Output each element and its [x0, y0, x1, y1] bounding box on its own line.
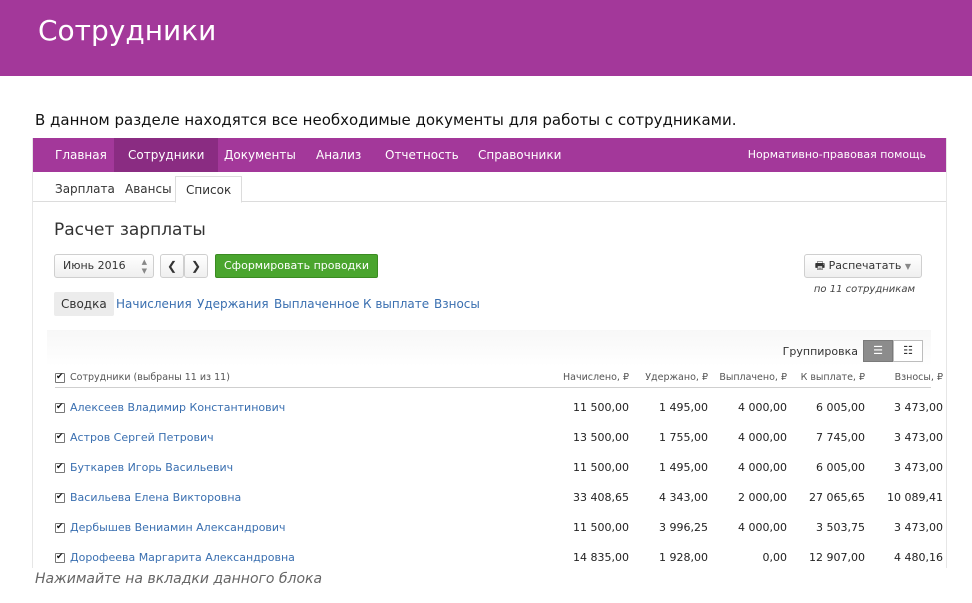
tab-deductions[interactable]: Удержания [190, 292, 276, 316]
prev-period-button[interactable]: ❮ [160, 254, 184, 278]
employee-name-link[interactable]: Дербышев Вениамин Александрович [70, 521, 286, 534]
table-row: Васильева Елена Викторовна 33 408,65 4 3… [55, 483, 943, 513]
banner-title: Сотрудники [38, 14, 217, 47]
column-header-to-pay[interactable]: К выплате, ₽ [777, 372, 865, 383]
cell-accrued: 13 500,00 [573, 431, 629, 444]
employee-name-link[interactable]: Астров Сергей Петрович [70, 431, 214, 444]
subtab-salary[interactable]: Зарплата [45, 176, 125, 202]
cell-to-pay: 3 503,75 [816, 521, 865, 534]
print-button[interactable]: 🖶 Распечатать ▼ [803, 254, 922, 278]
cell-contributions: 3 473,00 [894, 521, 943, 534]
page-title: Расчет зарплаты [54, 220, 206, 240]
table-row: Буткарев Игорь Васильевич 11 500,00 1 49… [55, 453, 943, 483]
table-row: Астров Сергей Петрович 13 500,00 1 755,0… [55, 423, 943, 453]
column-header-employees[interactable]: Сотрудники (выбраны 11 из 11) [70, 372, 230, 383]
column-header-contributions[interactable]: Взносы, ₽ [855, 372, 943, 383]
cell-contributions: 4 480,16 [894, 551, 943, 564]
table-header: Сотрудники (выбраны 11 из 11) Начислено,… [55, 368, 943, 388]
cell-withheld: 3 996,25 [659, 521, 708, 534]
cell-paid: 4 000,00 [738, 521, 787, 534]
cell-paid: 4 000,00 [738, 401, 787, 414]
generate-entries-button[interactable]: Сформировать проводки [215, 254, 379, 278]
cell-contributions: 3 473,00 [894, 401, 943, 414]
cell-accrued: 33 408,65 [573, 491, 629, 504]
intro-text: В данном разделе находятся все необходим… [35, 111, 737, 129]
table-row: Алексеев Владимир Константинович 11 500,… [55, 393, 943, 423]
nav-item-home[interactable]: Главная [41, 138, 121, 172]
column-header-paid[interactable]: Выплачено, ₽ [699, 372, 787, 383]
cell-contributions: 3 473,00 [894, 461, 943, 474]
cell-withheld: 1 495,00 [659, 401, 708, 414]
tab-to-pay[interactable]: К выплате [356, 292, 436, 316]
app-window: Главная Сотрудники Документы Анализ Отче… [32, 138, 947, 568]
row-checkbox[interactable] [55, 431, 65, 443]
next-period-button[interactable]: ❯ [184, 254, 208, 278]
employee-name-link[interactable]: Васильева Елена Викторовна [70, 491, 241, 504]
cell-contributions: 10 089,41 [887, 491, 943, 504]
cell-to-pay: 6 005,00 [816, 401, 865, 414]
tab-paid[interactable]: Выплаченное [267, 292, 366, 316]
column-header-withheld[interactable]: Удержано, ₽ [620, 372, 708, 383]
period-value: Июнь 2016 [63, 259, 126, 272]
cell-accrued: 11 500,00 [573, 461, 629, 474]
group-tree-button[interactable]: ☷ [893, 340, 923, 362]
cell-withheld: 1 928,00 [659, 551, 708, 564]
subtab-advances[interactable]: Авансы [115, 176, 182, 202]
table-row: Дорофеева Маргарита Александровна 14 835… [55, 543, 943, 568]
nav-item-reports[interactable]: Отчетность [371, 138, 473, 172]
page-banner: Сотрудники [0, 0, 972, 76]
cell-withheld: 1 495,00 [659, 461, 708, 474]
cell-contributions: 3 473,00 [894, 431, 943, 444]
cell-paid: 4 000,00 [738, 461, 787, 474]
table-row: Дербышев Вениамин Александрович 11 500,0… [55, 513, 943, 543]
cell-to-pay: 12 907,00 [809, 551, 865, 564]
cell-accrued: 11 500,00 [573, 401, 629, 414]
print-note: по 11 сотрудникам [813, 284, 915, 295]
cell-to-pay: 27 065,65 [809, 491, 865, 504]
select-all-checkbox[interactable] [55, 371, 65, 383]
cell-paid: 0,00 [762, 551, 788, 564]
cell-accrued: 11 500,00 [573, 521, 629, 534]
grouping-label: Группировка [782, 345, 858, 358]
column-header-accrued[interactable]: Начислено, ₽ [541, 372, 629, 383]
hint-caption: Нажимайте на вкладки данного блока [35, 571, 323, 587]
row-checkbox[interactable] [55, 401, 65, 413]
subtab-bar: Зарплата Авансы Список [33, 172, 946, 203]
caret-down-icon: ▼ [904, 262, 911, 271]
row-checkbox[interactable] [55, 521, 65, 533]
nav-item-employees[interactable]: Сотрудники [114, 138, 219, 172]
cell-paid: 2 000,00 [738, 491, 787, 504]
row-checkbox[interactable] [55, 461, 65, 473]
tree-list-icon: ☷ [903, 345, 913, 357]
employee-name-link[interactable]: Буткарев Игорь Васильевич [70, 461, 233, 474]
cell-to-pay: 6 005,00 [816, 461, 865, 474]
main-navbar: Главная Сотрудники Документы Анализ Отче… [33, 138, 946, 172]
nav-item-legal-help[interactable]: Нормативно-правовая помощь [748, 138, 926, 172]
cell-paid: 4 000,00 [738, 431, 787, 444]
print-label: Распечатать [828, 259, 902, 272]
list-icon: ☰ [873, 345, 883, 357]
cell-withheld: 1 755,00 [659, 431, 708, 444]
row-checkbox[interactable] [55, 551, 65, 563]
tab-contributions[interactable]: Взносы [427, 292, 487, 316]
tab-summary[interactable]: Сводка [54, 292, 114, 316]
select-arrows-icon: ▲ ▼ [141, 258, 147, 275]
nav-item-references[interactable]: Справочники [464, 138, 575, 172]
employee-name-link[interactable]: Алексеев Владимир Константинович [70, 401, 285, 414]
row-checkbox[interactable] [55, 491, 65, 503]
chevron-left-icon: ❮ [166, 259, 178, 273]
tab-accruals[interactable]: Начисления [109, 292, 199, 316]
group-flat-button[interactable]: ☰ [863, 340, 893, 362]
nav-item-analysis[interactable]: Анализ [302, 138, 375, 172]
employee-name-link[interactable]: Дорофеева Маргарита Александровна [70, 551, 295, 564]
cell-accrued: 14 835,00 [573, 551, 629, 564]
chevron-right-icon: ❯ [190, 259, 202, 273]
cell-withheld: 4 343,00 [659, 491, 708, 504]
nav-item-documents[interactable]: Документы [210, 138, 310, 172]
period-select[interactable]: Июнь 2016 ▲ ▼ [54, 254, 154, 278]
subtab-list[interactable]: Список [175, 176, 243, 203]
cell-to-pay: 7 745,00 [816, 431, 865, 444]
printer-icon: 🖶 [814, 259, 826, 272]
